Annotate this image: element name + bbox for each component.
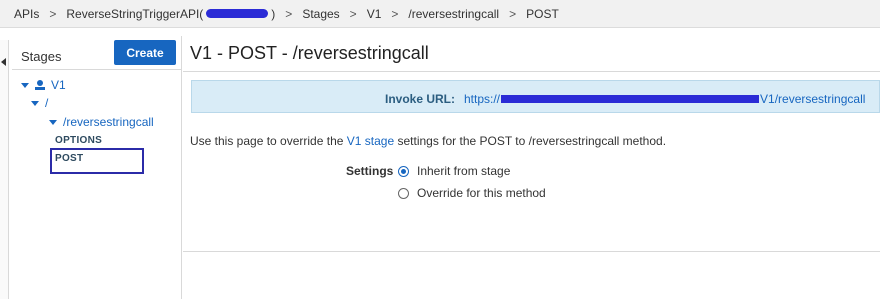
inherit-from-stage-label: Inherit from stage: [417, 164, 511, 178]
breadcrumb: APIs > ReverseStringTriggerAPI ( ) > Sta…: [0, 0, 880, 28]
invoke-url-prefix: https://: [464, 92, 501, 106]
override-description: Use this page to override the V1 stage s…: [190, 134, 666, 148]
invoke-url-label: Invoke URL:: [385, 92, 456, 106]
settings-label: Settings: [346, 164, 394, 178]
invoke-url-suffix: V1/reversestringcall: [760, 92, 866, 106]
collapse-arrow-icon: [1, 58, 6, 66]
breadcrumb-separator: >: [285, 6, 293, 21]
tree-resource-label: /reversestringcall: [63, 115, 154, 129]
description-text-after: settings for the POST to /reversestringc…: [394, 134, 667, 148]
tree-item-stage-v1[interactable]: V1: [21, 78, 66, 92]
breadcrumb-paren-open: (: [199, 6, 204, 21]
breadcrumb-method: POST: [526, 6, 559, 21]
breadcrumb-stages[interactable]: Stages: [302, 7, 339, 21]
redacted-url-host: [501, 95, 760, 103]
caret-down-icon[interactable]: [21, 82, 29, 88]
tree-root-label: /: [45, 96, 49, 110]
tree-item-resource[interactable]: /reversestringcall: [49, 115, 154, 129]
breadcrumb-separator: >: [49, 6, 57, 21]
page-title: V1 - POST - /reversestringcall: [190, 43, 429, 63]
sidebar-collapse-handle[interactable]: [0, 40, 9, 299]
stage-icon: [35, 80, 45, 90]
breadcrumb-separator: >: [349, 6, 357, 21]
stages-panel: Stages Create V1 / /reversestringcall OP…: [12, 36, 182, 299]
caret-down-icon[interactable]: [31, 100, 39, 106]
tree-method-options[interactable]: OPTIONS: [55, 135, 102, 146]
inherit-from-stage-option[interactable]: Inherit from stage: [398, 164, 510, 178]
main-content: V1 - POST - /reversestringcall Invoke UR…: [183, 36, 880, 299]
tree-item-root[interactable]: /: [31, 96, 48, 110]
override-for-method-label: Override for this method: [417, 186, 546, 200]
breadcrumb-resource[interactable]: /reversestringcall: [408, 7, 499, 21]
invoke-url-banner: Invoke URL: https:// V1/reversestringcal…: [191, 80, 880, 113]
breadcrumb-api-name[interactable]: ReverseStringTriggerAPI: [66, 7, 199, 21]
stages-title: Stages: [21, 49, 62, 64]
post-highlight-box: [50, 148, 144, 174]
stage-link[interactable]: V1 stage: [347, 134, 394, 148]
redacted-api-id: [206, 9, 269, 18]
breadcrumb-paren-close: ): [271, 6, 276, 21]
divider: [183, 71, 880, 72]
stages-header: Stages Create: [12, 36, 182, 70]
breadcrumb-stage-v1[interactable]: V1: [367, 7, 382, 21]
invoke-url-link[interactable]: https:// V1/reversestringcall: [464, 92, 865, 106]
radio-selected-icon[interactable]: [398, 165, 409, 177]
override-for-method-option[interactable]: Override for this method: [398, 186, 546, 200]
description-text-before: Use this page to override the: [190, 134, 347, 148]
caret-down-icon[interactable]: [49, 119, 57, 125]
divider: [183, 251, 880, 252]
breadcrumb-apis[interactable]: APIs: [14, 7, 39, 21]
radio-unselected-icon[interactable]: [398, 187, 409, 199]
breadcrumb-separator: >: [509, 6, 517, 21]
breadcrumb-separator: >: [391, 6, 399, 21]
tree-stage-label: V1: [51, 78, 66, 92]
create-stage-button[interactable]: Create: [114, 40, 176, 65]
